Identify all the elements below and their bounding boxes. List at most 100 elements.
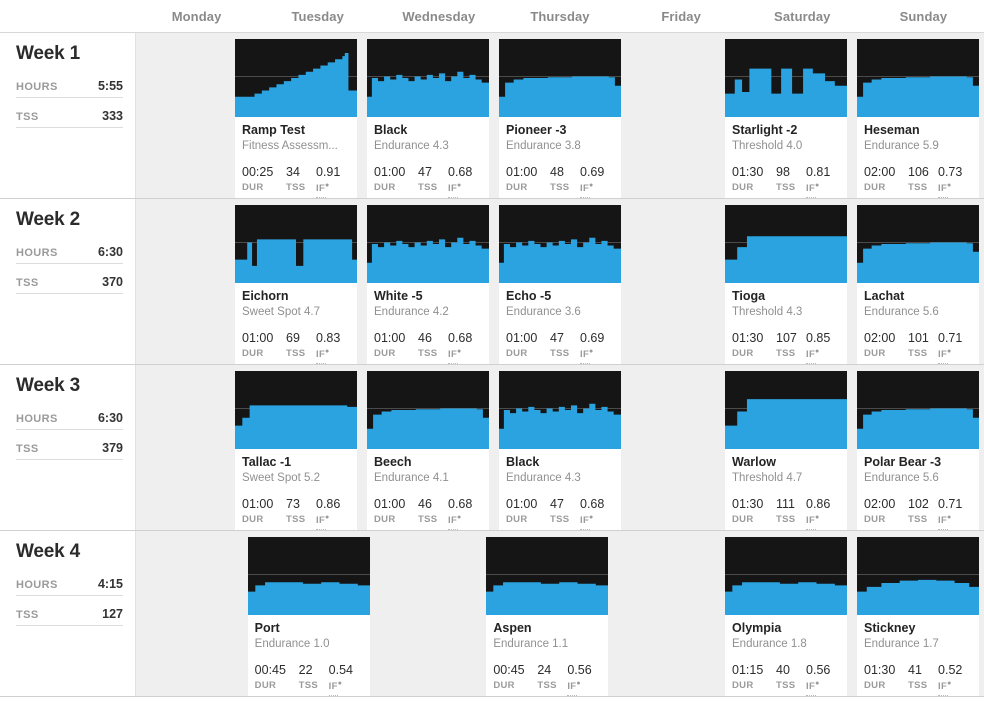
day-cell[interactable]: Black Endurance 4.3 01:00 47 0.68 DUR TSS IF●	[494, 365, 626, 531]
day-cell[interactable]: Heseman Endurance 5.9 02:00 106 0.73 DUR TSS IF…	[852, 33, 984, 199]
workout-card[interactable]: Eichorn Sweet Spot 4.7 01:00 69 0.83 DUR TSS IF…	[235, 205, 357, 365]
workout-if-label[interactable]: IF●	[448, 348, 482, 365]
workout-card[interactable]: Stickney Endurance 1.7 01:30 41 0.52 DUR TSS IF…	[857, 537, 980, 697]
workout-type: Endurance 1.1	[493, 638, 569, 650]
day-cell-empty[interactable]	[136, 531, 243, 696]
workout-metrics: 00:45 24 0.56	[493, 663, 601, 677]
day-cell[interactable]: Polar Bear -3 Endurance 5.6 02:00 102 0.71 DU…	[852, 365, 984, 531]
workout-if-label[interactable]: IF●	[806, 680, 840, 697]
day-cell-empty[interactable]	[136, 365, 230, 530]
if-dotted-underline	[806, 695, 816, 697]
workout-details: Ramp Test Fitness Assessm... 00:25 34 0.91 DU…	[235, 117, 357, 199]
if-trademark-icon: ●	[325, 348, 330, 355]
workout-tss-value: 73	[286, 497, 300, 511]
workout-duration-label: DUR	[732, 182, 754, 193]
if-dotted-underline	[316, 197, 326, 199]
day-cell[interactable]: Aspen Endurance 1.1 00:45 24 0.56 DUR TSS IF●	[481, 531, 614, 697]
day-cell[interactable]: Lachat Endurance 5.6 02:00 101 0.71 DUR TSS IF●	[852, 199, 984, 365]
week-tss-stat: TSS 370	[16, 275, 123, 294]
workout-if-value: 0.69	[580, 331, 605, 345]
workout-card[interactable]: Echo -5 Endurance 3.6 01:00 47 0.69 DUR TSS IF●	[499, 205, 621, 365]
day-cell-empty[interactable]	[626, 199, 720, 364]
day-cell[interactable]: Eichorn Sweet Spot 4.7 01:00 69 0.83 DUR TSS IF…	[230, 199, 362, 365]
day-cell[interactable]: Warlow Threshold 4.7 01:30 111 0.86 DUR TSS IF●	[720, 365, 852, 531]
day-cell[interactable]: Pioneer -3 Endurance 3.8 01:00 48 0.69 DUR TSS…	[494, 33, 626, 199]
workout-tss-value: 47	[418, 165, 432, 179]
workout-if-label[interactable]: IF●	[580, 348, 614, 365]
workout-card[interactable]: Aspen Endurance 1.1 00:45 24 0.56 DUR TSS IF●	[486, 537, 609, 697]
workout-card[interactable]: Starlight -2 Threshold 4.0 01:30 98 0.81 DUR T…	[725, 39, 847, 199]
workout-duration-label: DUR	[254, 680, 277, 691]
workout-if-label[interactable]: IF●	[580, 182, 614, 199]
week-tss-label: TSS	[16, 609, 39, 621]
workout-if-label[interactable]: IF●	[316, 182, 350, 199]
workout-duration-label: DUR	[732, 680, 754, 691]
day-cell[interactable]: Beech Endurance 4.1 01:00 46 0.68 DUR TSS IF●	[362, 365, 494, 531]
workout-card[interactable]: Black Endurance 4.3 01:00 47 0.68 DUR TSS IF●	[367, 39, 489, 199]
workout-card[interactable]: Polar Bear -3 Endurance 5.6 02:00 102 0.71 DU…	[857, 371, 979, 531]
workout-metrics: 01:30 107 0.85	[732, 331, 840, 345]
day-cell[interactable]: Ramp Test Fitness Assessm... 00:25 34 0.91 DU…	[230, 33, 362, 199]
day-cell[interactable]: Tioga Threshold 4.3 01:30 107 0.85 DUR TSS IF●	[720, 199, 852, 365]
workout-if-label[interactable]: IF●	[806, 182, 840, 199]
workout-if-value: 0.86	[316, 497, 341, 511]
workout-card[interactable]: Heseman Endurance 5.9 02:00 106 0.73 DUR TSS IF…	[857, 39, 979, 199]
workout-card[interactable]: Tioga Threshold 4.3 01:30 107 0.85 DUR TSS IF●	[725, 205, 847, 365]
day-header-monday: Monday	[171, 8, 222, 24]
workout-if-label[interactable]: IF●	[806, 348, 840, 365]
workout-duration-value: 00:45	[493, 663, 525, 677]
workout-if-label[interactable]: IF●	[938, 348, 972, 365]
workout-card[interactable]: White -5 Endurance 4.2 01:00 46 0.68 DUR TSS IF…	[367, 205, 489, 365]
day-cell[interactable]: Starlight -2 Threshold 4.0 01:30 98 0.81 DUR T…	[720, 33, 852, 199]
day-cell-empty[interactable]	[374, 531, 482, 696]
workout-if-label[interactable]: IF●	[567, 680, 601, 697]
workout-power-profile-chart	[857, 39, 979, 117]
workout-if-label[interactable]: IF●	[806, 514, 840, 531]
workout-if-label[interactable]: IF●	[316, 514, 350, 531]
day-cell[interactable]: Black Endurance 4.3 01:00 47 0.68 DUR TSS IF●	[362, 33, 494, 199]
workout-card[interactable]: Tallac -1 Sweet Spot 5.2 01:00 73 0.86 DUR TSS…	[235, 371, 357, 531]
workout-if-label[interactable]: IF●	[938, 514, 972, 531]
workout-card[interactable]: Black Endurance 4.3 01:00 47 0.68 DUR TSS IF●	[499, 371, 621, 531]
workout-metrics: 01:15 40 0.56	[732, 663, 840, 677]
workout-if-label[interactable]: IF●	[448, 514, 482, 531]
if-dotted-underline	[806, 197, 816, 199]
workout-card[interactable]: Pioneer -3 Endurance 3.8 01:00 48 0.69 DUR TSS…	[499, 39, 621, 199]
week-tss-value: 127	[102, 607, 123, 621]
if-trademark-icon: ●	[815, 348, 820, 355]
workout-card[interactable]: Warlow Threshold 4.7 01:30 111 0.86 DUR TSS IF●	[725, 371, 847, 531]
day-cell-empty[interactable]	[626, 365, 720, 530]
workout-duration-value: 01:30	[732, 165, 764, 179]
day-cell-empty[interactable]	[136, 33, 230, 198]
workout-type: Threshold 4.7	[732, 472, 803, 484]
workout-type: Sweet Spot 5.2	[242, 472, 320, 484]
week-title: Week 4	[16, 541, 80, 562]
workout-type: Endurance 5.6	[864, 306, 939, 318]
day-cell[interactable]: Stickney Endurance 1.7 01:30 41 0.52 DUR TSS IF…	[852, 531, 984, 697]
day-cell[interactable]: Olympia Endurance 1.8 01:15 40 0.56 DUR TSS IF●	[720, 531, 853, 697]
day-cell-empty[interactable]	[136, 199, 230, 364]
day-cell[interactable]: Tallac -1 Sweet Spot 5.2 01:00 73 0.86 DUR TSS…	[230, 365, 362, 531]
workout-if-label[interactable]: IF●	[938, 680, 972, 697]
workout-if-label[interactable]: IF●	[328, 680, 363, 697]
workout-card[interactable]: Olympia Endurance 1.8 01:15 40 0.56 DUR TSS IF●	[725, 537, 848, 697]
workout-card[interactable]: Beech Endurance 4.1 01:00 46 0.68 DUR TSS IF●	[367, 371, 489, 531]
workout-tss-value: 46	[418, 497, 432, 511]
workout-card[interactable]: Ramp Test Fitness Assessm... 00:25 34 0.91 DU…	[235, 39, 357, 199]
workout-type: Threshold 4.0	[732, 140, 803, 152]
workout-if-label[interactable]: IF●	[316, 348, 350, 365]
workout-details: Pioneer -3 Endurance 3.8 01:00 48 0.69 DUR TSS…	[499, 117, 621, 199]
workout-tss-value: 48	[550, 165, 564, 179]
day-cell[interactable]: Echo -5 Endurance 3.6 01:00 47 0.69 DUR TSS IF●	[494, 199, 626, 365]
workout-card[interactable]: Port Endurance 1.0 00:45 22 0.54 DUR TSS IF●	[247, 537, 370, 697]
day-cell[interactable]: White -5 Endurance 4.2 01:00 46 0.68 DUR TSS IF…	[362, 199, 494, 365]
day-cell[interactable]: Port Endurance 1.0 00:45 22 0.54 DUR TSS IF●	[242, 531, 375, 697]
workout-card[interactable]: Lachat Endurance 5.6 02:00 101 0.71 DUR TSS IF●	[857, 205, 979, 365]
workout-if-label[interactable]: IF●	[448, 182, 482, 199]
workout-if-label[interactable]: IF●	[580, 514, 614, 531]
day-cell-empty[interactable]	[626, 33, 720, 198]
day-cell-empty[interactable]	[613, 531, 721, 696]
workout-metrics: 02:00 102 0.71	[864, 497, 972, 511]
workout-metric-labels: DUR TSS IF●	[242, 348, 350, 365]
workout-if-label[interactable]: IF●	[938, 182, 972, 199]
